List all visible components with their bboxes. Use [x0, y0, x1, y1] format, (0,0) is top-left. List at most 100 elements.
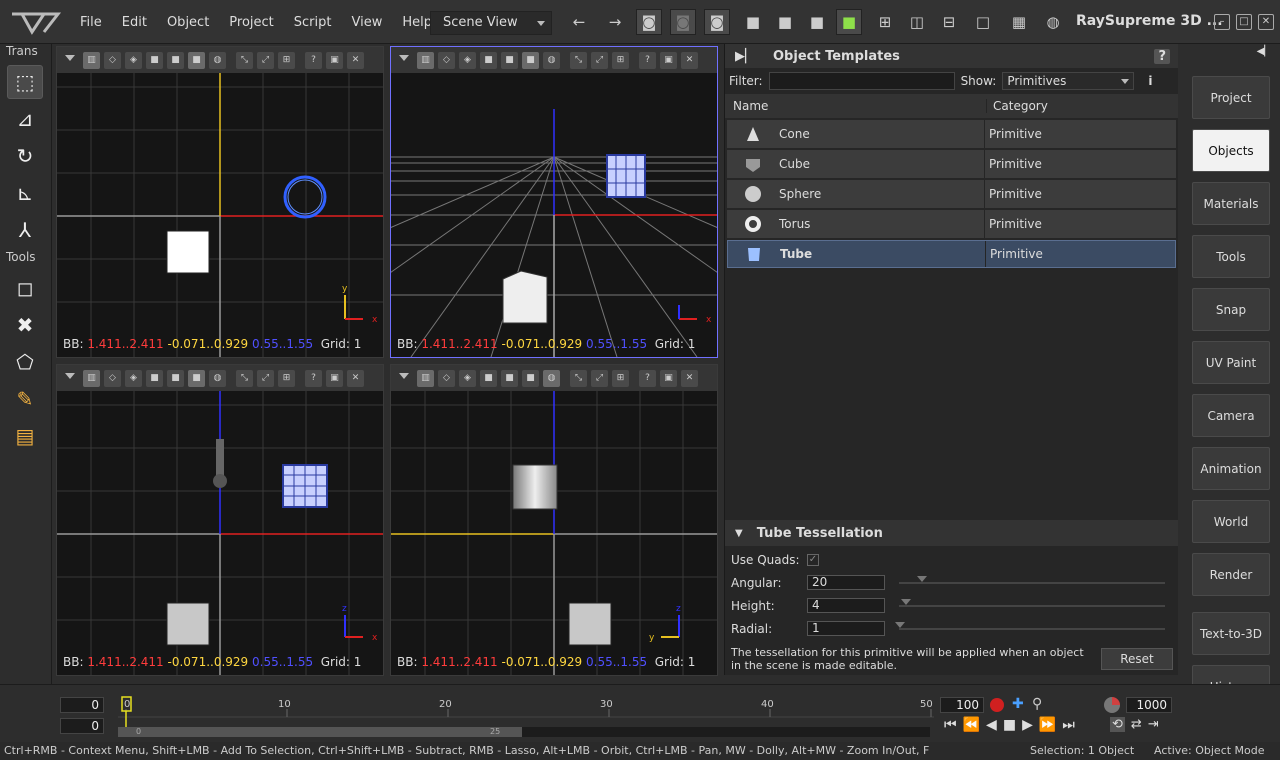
help-button[interactable]: ?: [639, 51, 656, 69]
panel-text-to-3d-button[interactable]: Text-to-3D: [1192, 612, 1270, 655]
max-button[interactable]: ▣: [660, 51, 677, 69]
align-tool[interactable]: ▤: [7, 419, 43, 453]
timeline-scroll-thumb[interactable]: 0 25: [118, 727, 522, 737]
move-tool[interactable]: ⊿: [7, 102, 43, 136]
panel-uv-paint-button[interactable]: UV Paint: [1192, 341, 1270, 384]
ping-pong-button[interactable]: ⇄: [1131, 717, 1142, 732]
bounding-button[interactable]: ◇: [104, 51, 121, 69]
shade-wire-button[interactable]: ■: [740, 9, 766, 35]
prev-frame-button[interactable]: ⏪: [963, 717, 980, 733]
undo-button[interactable]: ←: [566, 9, 592, 35]
info-icon[interactable]: i: [1148, 74, 1152, 88]
panel-render-button[interactable]: Render: [1192, 553, 1270, 596]
close-viewport-button[interactable]: ✕: [681, 51, 698, 69]
play-button[interactable]: ▶: [1022, 717, 1033, 733]
fit-all-button[interactable]: ⤢: [257, 369, 274, 387]
collapse-chevron-icon[interactable]: ▼: [735, 528, 743, 539]
help-icon[interactable]: ?: [1154, 48, 1170, 64]
use-quads-checkbox[interactable]: ✓: [807, 553, 819, 566]
cube-texture-button[interactable]: ■: [188, 51, 205, 69]
panel-world-button[interactable]: World: [1192, 500, 1270, 543]
close-viewport-button[interactable]: ✕: [681, 369, 698, 387]
panel-materials-button[interactable]: Materials: [1192, 182, 1270, 225]
menu-project[interactable]: Project: [219, 15, 283, 30]
fit-all-button[interactable]: ⤢: [591, 51, 608, 69]
bounding-button[interactable]: ◇: [438, 369, 455, 387]
go-start-button[interactable]: ⏮: [944, 717, 957, 733]
layout-quad-button[interactable]: ⊞: [872, 9, 898, 35]
help-button[interactable]: ?: [639, 369, 656, 387]
menu-file[interactable]: File: [70, 15, 112, 30]
table-row[interactable]: Cone Primitive: [727, 120, 1176, 148]
panel-objects-button[interactable]: Objects: [1192, 129, 1270, 172]
checker-button[interactable]: ◍: [543, 51, 560, 69]
viewport-side[interactable]: ▥ ◇ ◈ ■ ■ ■ ◍ ⤡ ⤢ ⊞ ? ▣ ✕ z y BB: 1.411..2.411 -0.…: [390, 364, 718, 676]
shade-smooth-button[interactable]: ■: [804, 9, 830, 35]
help-button[interactable]: ?: [305, 51, 322, 69]
redo-button[interactable]: →: [602, 9, 628, 35]
play-back-button[interactable]: ◀: [986, 717, 997, 733]
viewport-menu-chevron-icon[interactable]: [65, 54, 75, 66]
viewport-top[interactable]: ▥ ◇ ◈ ■ ■ ■ ◍ ⤡ ⤢ ⊞ ? ▣ ✕ y x BB: 1.411..2.411 -0.…: [56, 46, 384, 358]
bounding-button[interactable]: ◇: [438, 51, 455, 69]
select-tool[interactable]: ⬚: [7, 65, 43, 99]
panel-animation-button[interactable]: Animation: [1192, 447, 1270, 490]
scale-tool[interactable]: ⊾: [7, 176, 43, 210]
cube-smooth-button[interactable]: ■: [167, 51, 184, 69]
cube-texture-button[interactable]: ■: [188, 369, 205, 387]
angular-slider[interactable]: [899, 575, 1165, 584]
minimize-button[interactable]: –: [1214, 14, 1230, 30]
menu-view[interactable]: View: [342, 15, 393, 30]
zoom-button[interactable]: ⊞: [612, 369, 629, 387]
cube-flat-button[interactable]: ■: [480, 369, 497, 387]
max-button[interactable]: ▣: [326, 51, 343, 69]
record-button[interactable]: [990, 698, 1004, 712]
show-select[interactable]: Primitives: [1002, 72, 1135, 90]
panel-tools-button[interactable]: Tools: [1192, 235, 1270, 278]
zoom-button[interactable]: ⊞: [612, 51, 629, 69]
viewport-menu-chevron-icon[interactable]: [399, 372, 409, 384]
fit-button[interactable]: ⤡: [570, 51, 587, 69]
layout-horizontal-button[interactable]: ⊟: [936, 9, 962, 35]
keyframe-add-icon[interactable]: ✚: [1012, 696, 1024, 712]
cube-flat-button[interactable]: ■: [146, 369, 163, 387]
vertex-tool[interactable]: ◻: [7, 271, 43, 305]
layout-vertical-button[interactable]: ◫: [904, 9, 930, 35]
panel-camera-button[interactable]: Camera: [1192, 394, 1270, 437]
table-row[interactable]: Sphere Primitive: [727, 180, 1176, 208]
frame-current-input[interactable]: 0: [60, 718, 104, 734]
slider-thumb[interactable]: [895, 621, 905, 633]
shade-flat-button[interactable]: ■: [772, 9, 798, 35]
polygon-tool[interactable]: ⬠: [7, 345, 43, 379]
zoom-button[interactable]: ⊞: [278, 369, 295, 387]
timeline-ruler[interactable]: 0 10 20 30 40 50: [118, 695, 934, 729]
viewport-front[interactable]: ▥ ◇ ◈ ■ ■ ■ ◍ ⤡ ⤢ ⊞ ? ▣ ✕ z x BB: 1.411..2.411 -0.…: [56, 364, 384, 676]
cube-texture-button[interactable]: ■: [522, 369, 539, 387]
menu-script[interactable]: Script: [284, 15, 342, 30]
layout-single-button[interactable]: □: [970, 9, 996, 35]
frame-start-input[interactable]: 0: [60, 697, 104, 713]
animation-button[interactable]: ▦: [1006, 9, 1032, 35]
wire-mode-button[interactable]: ▥: [417, 369, 434, 387]
panel-snap-button[interactable]: Snap: [1192, 288, 1270, 331]
checker-button[interactable]: ◍: [209, 369, 226, 387]
column-name[interactable]: Name: [725, 99, 987, 113]
height-slider[interactable]: [899, 598, 1165, 607]
rotate-tool[interactable]: ↻: [7, 139, 43, 173]
end-frame-input[interactable]: 100: [940, 697, 984, 713]
radial-slider[interactable]: [895, 621, 1165, 630]
timeline-scrollbar[interactable]: 0 25: [118, 727, 930, 737]
collapse-icon[interactable]: ◀▏: [1257, 46, 1272, 57]
cube-smooth-button[interactable]: ■: [167, 369, 184, 387]
cube-wire-button[interactable]: ◈: [459, 51, 476, 69]
next-frame-button[interactable]: ⏩: [1039, 717, 1056, 733]
checker-button[interactable]: ◍: [543, 369, 560, 387]
step-button[interactable]: ⇥: [1148, 717, 1159, 732]
help-button[interactable]: ?: [305, 369, 322, 387]
wire-mode-button[interactable]: ▥: [83, 51, 100, 69]
angular-input[interactable]: 20: [807, 575, 885, 590]
wire-mode-button[interactable]: ▥: [83, 369, 100, 387]
close-viewport-button[interactable]: ✕: [347, 369, 364, 387]
fit-button[interactable]: ⤡: [570, 369, 587, 387]
shade-textured-button[interactable]: ■: [836, 9, 862, 35]
